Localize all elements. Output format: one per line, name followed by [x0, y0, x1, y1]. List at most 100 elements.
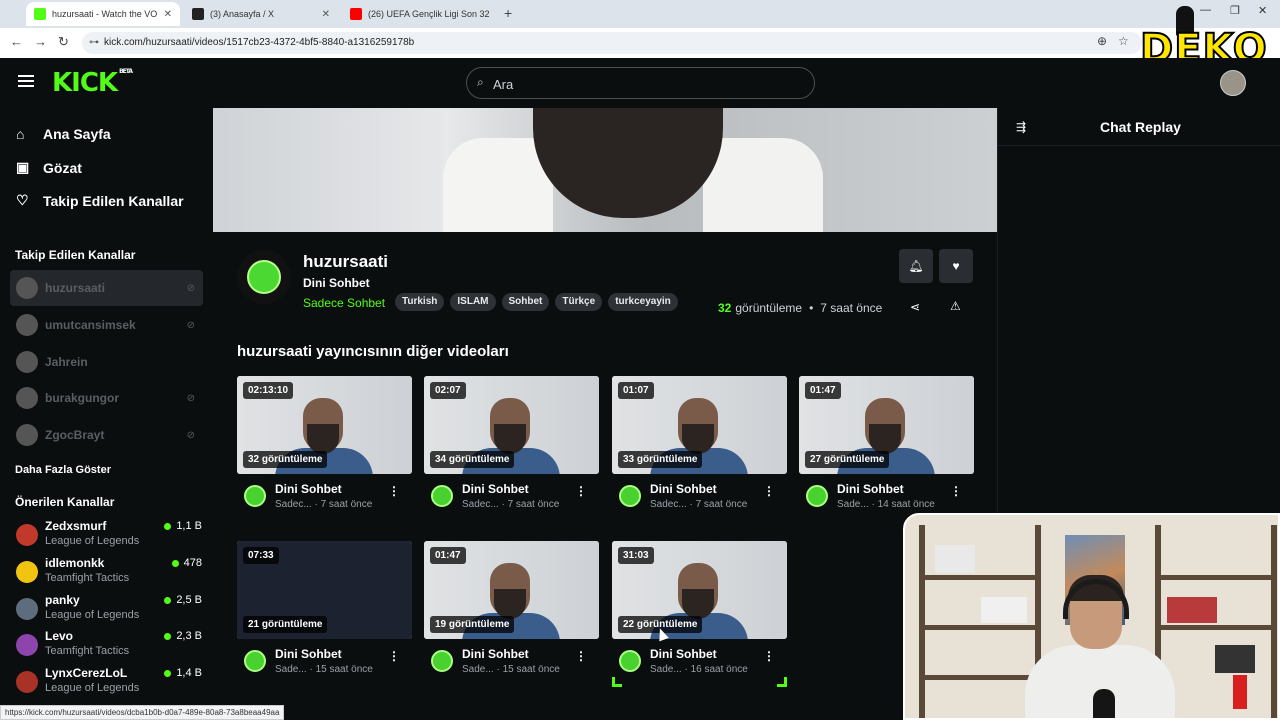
search-icon: ⌕ — [477, 75, 484, 89]
browser-tab-kick[interactable]: huzursaati - Watch the VOD on ✕ — [26, 2, 180, 26]
search-box[interactable]: ⌕ — [466, 67, 815, 99]
more-options-icon[interactable]: ⋮ — [950, 484, 962, 498]
video-card[interactable]: 01:47 27 görüntüleme Dini Sohbet Sade...… — [799, 376, 974, 526]
video-title[interactable]: Dini Sohbet — [650, 482, 717, 496]
browser-tab-x[interactable]: (3) Anasayfa / X ✕ — [184, 2, 338, 26]
follow-heart-button[interactable]: ♥ — [939, 249, 973, 283]
url-field[interactable]: ⊶ kick.com/huzursaati/videos/1517cb23-43… — [82, 32, 1142, 54]
stream-category[interactable]: Sadece Sohbet — [303, 296, 385, 310]
followed-channel-burakgungor[interactable]: burakgungor ⊘ — [10, 380, 203, 416]
avatar — [16, 351, 38, 373]
bookmark-star-icon[interactable]: ☆ — [1118, 34, 1129, 48]
search-input[interactable] — [493, 74, 793, 94]
video-title[interactable]: Dini Sohbet — [275, 647, 342, 661]
channel-avatar[interactable] — [431, 650, 453, 672]
collapse-chat-icon[interactable]: ⇶ — [1016, 120, 1026, 134]
video-time: 7 saat önce — [320, 499, 373, 510]
video-thumbnail[interactable]: 01:47 19 görüntüleme — [424, 541, 599, 639]
nav-following[interactable]: ♡ Takip Edilen Kanallar — [16, 192, 184, 209]
video-thumbnail[interactable]: 01:47 27 görüntüleme — [799, 376, 974, 474]
forward-icon[interactable]: → — [34, 34, 47, 49]
tag[interactable]: Türkçe — [555, 293, 603, 311]
maximize-icon[interactable]: ❐ — [1230, 4, 1240, 17]
followed-channel-huzursaati[interactable]: huzursaati ⊘ — [10, 270, 203, 306]
new-tab-icon[interactable]: + — [504, 5, 512, 21]
video-card-hovered[interactable]: 31:03 22 görüntüleme Dini Sohbet Sade...… — [612, 541, 787, 691]
channel-avatar[interactable] — [237, 250, 291, 304]
tag[interactable]: Turkish — [395, 293, 445, 311]
channel-avatar[interactable] — [431, 485, 453, 507]
video-card[interactable]: 02:07 34 görüntüleme Dini Sohbet Sadec..… — [424, 376, 599, 526]
offline-icon: ⊘ — [186, 392, 195, 404]
more-options-icon[interactable]: ⋮ — [388, 484, 400, 498]
kick-logo[interactable]: KICK BETA — [52, 68, 133, 98]
video-title[interactable]: Dini Sohbet — [837, 482, 904, 496]
channel-name[interactable]: huzursaati — [303, 252, 388, 272]
recommended-channel[interactable]: panky League of Legends 2,5 B — [16, 593, 202, 629]
tag[interactable]: turkceyayin — [608, 293, 678, 311]
user-avatar[interactable] — [1220, 70, 1246, 96]
video-card[interactable]: 01:07 33 görüntüleme Dini Sohbet Sadec..… — [612, 376, 787, 526]
menu-icon[interactable] — [18, 75, 34, 87]
more-options-icon[interactable]: ⋮ — [388, 649, 400, 663]
report-warning-icon[interactable]: ⚠ — [950, 299, 961, 313]
avatar — [16, 314, 38, 336]
close-tab-icon[interactable]: ✕ — [164, 9, 172, 20]
channel-avatar[interactable] — [619, 485, 641, 507]
share-icon[interactable]: ⋖ — [910, 300, 920, 314]
channel-category: League of Legends — [45, 535, 140, 547]
video-title[interactable]: Dini Sohbet — [462, 482, 529, 496]
video-title[interactable]: Dini Sohbet — [275, 482, 342, 496]
video-category: Sade... — [462, 664, 494, 675]
back-icon[interactable]: ← — [10, 34, 23, 49]
followed-channel-jahrein[interactable]: Jahrein — [10, 344, 203, 380]
video-card[interactable]: 01:47 19 görüntüleme Dini Sohbet Sade...… — [424, 541, 599, 691]
site-header: KICK BETA ⌕ — [0, 58, 1280, 108]
more-options-icon[interactable]: ⋮ — [763, 484, 775, 498]
browser-tab-youtube[interactable]: (26) UEFA Gençlik Ligi Son 32 T — [342, 2, 498, 26]
reload-icon[interactable]: ↻ — [58, 34, 69, 50]
followed-channel-umutcansimsek[interactable]: umutcansimsek ⊘ — [10, 307, 203, 343]
close-tab-icon[interactable]: ✕ — [322, 9, 330, 20]
video-thumbnail[interactable]: 02:07 34 görüntüleme — [424, 376, 599, 474]
more-options-icon[interactable]: ⋮ — [575, 649, 587, 663]
more-options-icon[interactable]: ⋮ — [763, 649, 775, 663]
nav-browse[interactable]: ▣ Gözat — [16, 159, 82, 176]
live-viewers: 1,1 B — [164, 520, 202, 532]
followed-channel-zgocbrayt[interactable]: ZgocBrayt ⊘ — [10, 417, 203, 453]
tag[interactable]: ISLAM — [450, 293, 496, 311]
video-card[interactable]: 07:33 21 görüntüleme Dini Sohbet Sade...… — [237, 541, 412, 691]
channel-name: ZgocBrayt — [45, 428, 105, 442]
zoom-icon[interactable]: ⊕ — [1097, 34, 1107, 48]
recommended-channel[interactable]: idlemonkk Teamfight Tactics 478 — [16, 556, 202, 592]
close-window-icon[interactable]: ✕ — [1258, 4, 1267, 17]
channel-name: umutcansimsek — [45, 318, 136, 332]
channel-avatar[interactable] — [244, 650, 266, 672]
video-title[interactable]: Dini Sohbet — [462, 647, 529, 661]
channel-avatar[interactable] — [806, 485, 828, 507]
channel-avatar[interactable] — [619, 650, 641, 672]
site-info-icon[interactable]: ⊶ — [89, 37, 99, 48]
video-title[interactable]: Dini Sohbet — [650, 647, 717, 661]
more-options-icon[interactable]: ⋮ — [575, 484, 587, 498]
video-thumbnail[interactable]: 01:07 33 görüntüleme — [612, 376, 787, 474]
recommended-channel[interactable]: Zedxsmurf League of Legends 1,1 B — [16, 519, 202, 555]
nav-home[interactable]: ⌂ Ana Sayfa — [16, 126, 111, 142]
recommended-channel[interactable]: Levo Teamfight Tactics 2,3 B — [16, 629, 202, 665]
recommended-channel[interactable]: LynxCerezLoL League of Legends 1,4 B — [16, 666, 202, 702]
video-category: Sade... — [275, 664, 307, 675]
video-thumbnail[interactable]: 31:03 22 görüntüleme — [612, 541, 787, 639]
notification-bell-button[interactable]: 🔔︎ — [899, 249, 933, 283]
video-card[interactable]: 02:13:10 32 görüntüleme Dini Sohbet Sade… — [237, 376, 412, 526]
show-more-link[interactable]: Daha Fazla Göster — [15, 464, 111, 476]
video-meta: Sadec... · 7 saat önce — [650, 499, 748, 510]
video-meta: Sade... · 15 saat önce — [275, 664, 373, 675]
video-thumbnail[interactable]: 07:33 21 görüntüleme — [237, 541, 412, 639]
video-thumbnail[interactable]: 02:13:10 32 görüntüleme — [237, 376, 412, 474]
tag[interactable]: Sohbet — [501, 293, 550, 311]
channel-avatar[interactable] — [244, 485, 266, 507]
tab-title: huzursaati - Watch the VOD on — [52, 9, 158, 19]
video-player[interactable] — [213, 108, 997, 232]
nav-label: Ana Sayfa — [43, 126, 111, 142]
minimize-icon[interactable]: — — [1200, 4, 1211, 16]
